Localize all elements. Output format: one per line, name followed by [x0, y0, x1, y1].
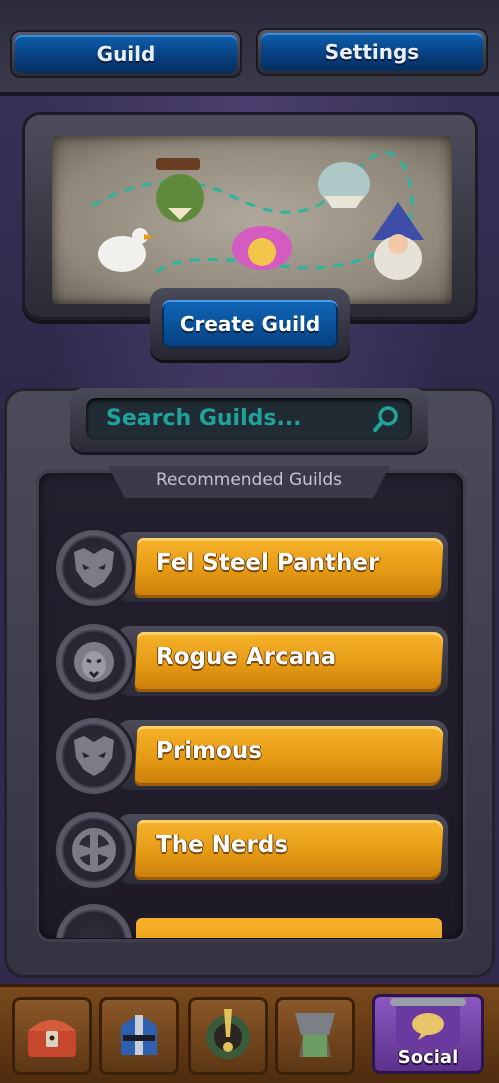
create-guild-frame: Create Guild — [150, 288, 350, 360]
emblem-icon — [206, 1009, 250, 1059]
guild-row[interactable]: Rogue Arcana — [56, 622, 448, 702]
guild-map-illustration — [52, 136, 452, 304]
nav-social-button[interactable]: Social — [372, 994, 484, 1074]
search-guilds-input[interactable]: Search Guilds... — [86, 398, 412, 440]
guild-emblem — [56, 718, 132, 794]
guild-name: Fel Steel Panther — [156, 550, 380, 576]
guild-emblem — [56, 530, 132, 606]
guild-name: Primous — [156, 738, 262, 764]
guild-name: Rogue Arcana — [156, 644, 337, 670]
nav-battle-button[interactable] — [188, 997, 268, 1075]
nav-shop-button[interactable] — [12, 997, 92, 1075]
search-placeholder: Search Guilds... — [106, 406, 302, 431]
guild-row[interactable]: The Nerds — [56, 810, 448, 890]
nav-collection-button[interactable] — [99, 997, 179, 1075]
treasure-chest-icon — [28, 1020, 76, 1057]
knight-helmet-icon — [121, 1015, 157, 1055]
magnifier-icon[interactable] — [372, 405, 400, 433]
nav-social-label: Social — [397, 1047, 459, 1068]
panther-skull-icon — [74, 548, 114, 588]
horde-crest-icon — [72, 828, 116, 872]
guild-row[interactable]: Fel Steel Panther — [56, 528, 448, 608]
recommended-heading: Recommended Guilds — [155, 470, 343, 490]
social-scroll-icon — [390, 998, 466, 1046]
guild-name: The Nerds — [156, 832, 289, 858]
tab-settings[interactable]: Settings — [256, 28, 488, 76]
guild-row-partial[interactable] — [56, 904, 448, 938]
lion-head-icon — [74, 642, 114, 682]
tab-guild[interactable]: Guild — [10, 30, 242, 78]
guild-emblem — [56, 624, 132, 700]
guild-emblem — [56, 812, 132, 888]
map-doodles — [91, 151, 424, 280]
guild-bar — [136, 918, 442, 938]
guild-row[interactable]: Primous — [56, 716, 448, 796]
panther-skull-icon — [74, 736, 114, 776]
green-tower-icon — [295, 1013, 335, 1057]
tab-settings-label: Settings — [261, 33, 483, 71]
create-guild-button[interactable]: Create Guild — [162, 300, 338, 348]
guild-emblem — [56, 904, 132, 938]
search-frame: Search Guilds... — [70, 388, 428, 452]
nav-upgrade-button[interactable] — [275, 997, 355, 1075]
top-tab-bar: Guild Settings — [0, 0, 499, 96]
tab-guild-label: Guild — [15, 35, 237, 73]
